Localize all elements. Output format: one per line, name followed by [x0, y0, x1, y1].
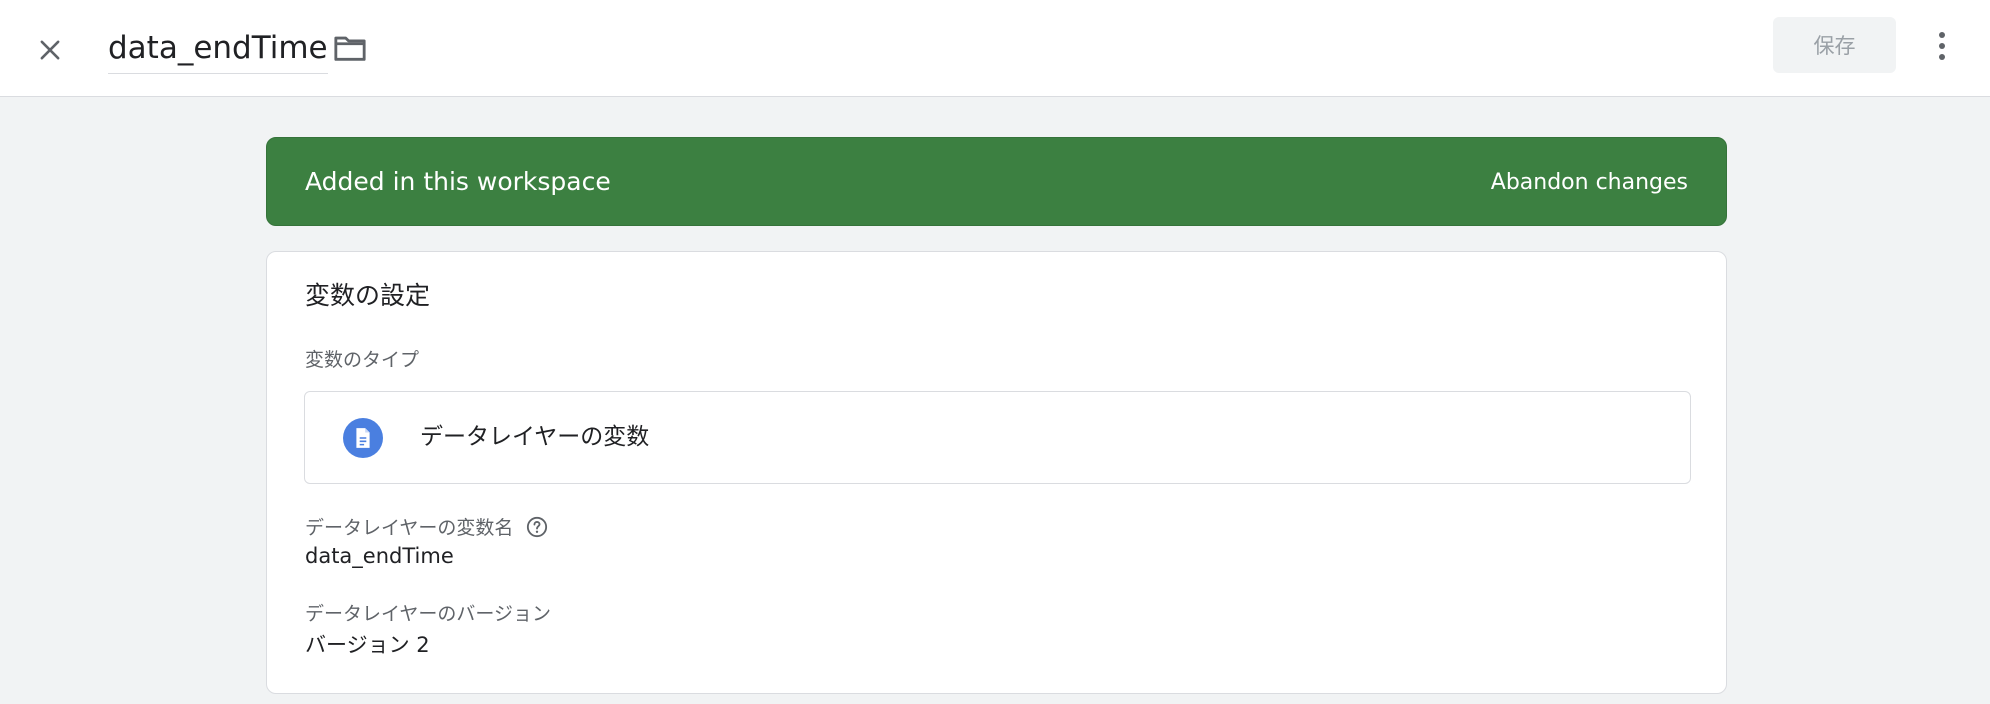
version-value: バージョン 2	[305, 633, 430, 657]
abandon-changes-button[interactable]: Abandon changes	[1491, 138, 1688, 227]
save-button[interactable]: 保存	[1773, 17, 1896, 73]
variable-name-label-text: データレイヤーの変数名	[305, 517, 514, 539]
variable-type-selector[interactable]: データレイヤーの変数	[304, 391, 1691, 484]
more-vert-icon	[1939, 32, 1945, 60]
close-icon	[40, 40, 60, 60]
card-heading: 変数の設定	[305, 281, 431, 310]
variable-name-value: data_endTime	[305, 544, 454, 568]
folder-icon	[334, 36, 366, 61]
variable-name-label: データレイヤーの変数名	[305, 513, 549, 540]
variable-type-name: データレイヤーの変数	[420, 424, 650, 450]
banner-message: Added in this workspace	[305, 167, 611, 196]
folder-button[interactable]	[330, 28, 370, 68]
variable-name-title[interactable]: data_endTime	[108, 24, 328, 74]
workspace-status-banner: Added in this workspace Abandon changes	[266, 137, 1727, 226]
more-options-button[interactable]	[1922, 24, 1962, 68]
close-button[interactable]	[28, 28, 72, 72]
top-bar: data_endTime 保存	[0, 0, 1990, 97]
version-label-text: データレイヤーのバージョン	[305, 603, 552, 625]
help-circle-icon[interactable]	[525, 515, 549, 539]
variable-type-label: 変数のタイプ	[305, 349, 420, 371]
document-icon	[343, 418, 383, 458]
version-label: データレイヤーのバージョン	[305, 599, 551, 626]
variable-config-card: 変数の設定 変数のタイプ データレイヤーの変数 データレイヤーの変数名 data…	[266, 251, 1727, 694]
